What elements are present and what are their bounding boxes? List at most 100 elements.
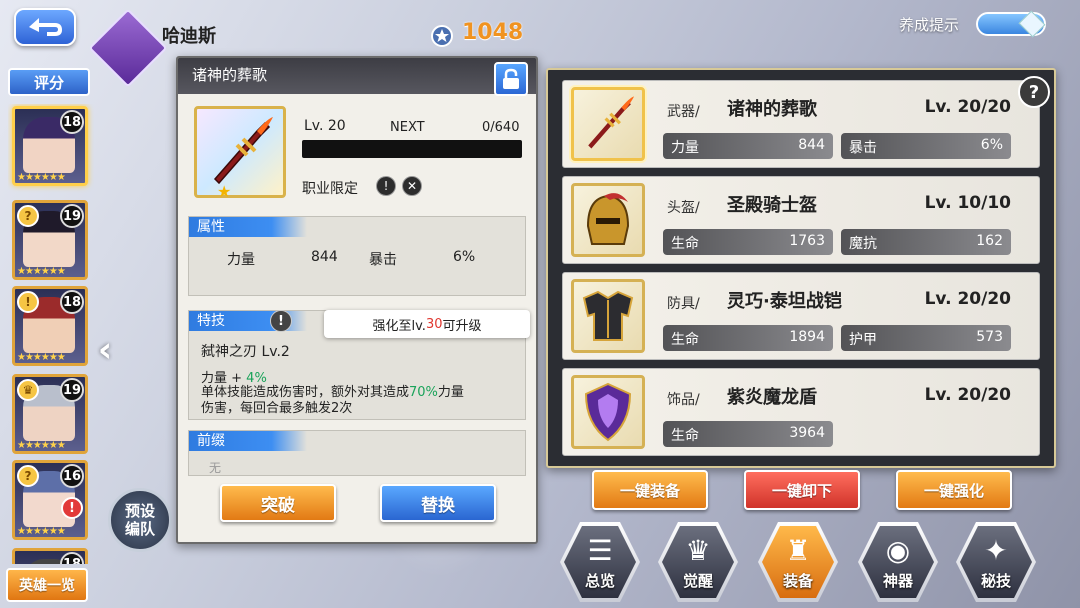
equipment-name: 灵巧·泰坦战铠 — [727, 291, 842, 312]
next-label: NEXT — [390, 120, 425, 135]
equipment-stat: 暴击 6% — [841, 133, 1011, 159]
hero-stars: ★★★★★★ — [17, 352, 66, 363]
hero-card[interactable]: 18 ★★★★★★ — [12, 106, 88, 186]
skill-alert-icon[interactable]: ! — [270, 310, 292, 332]
stat-key: 暴击 — [369, 252, 397, 268]
hero-status-icon: ♛ — [17, 379, 39, 401]
equipment-type: 饰品/ — [667, 392, 700, 408]
shield-icon — [584, 382, 632, 442]
back-arrow-icon — [29, 18, 62, 36]
document-icon: ☰ — [587, 533, 613, 567]
orb-icon: ◉ — [885, 533, 911, 567]
book-icon: ✦ — [984, 533, 1008, 567]
tab-armor[interactable]: ♜ 装备 — [758, 522, 838, 602]
tab-document[interactable]: ☰ 总览 — [560, 522, 640, 602]
skill-name: 弑神之刃 Lv.2 — [201, 344, 290, 360]
hero-alert-icon: ! — [61, 497, 83, 519]
hero-list-button[interactable]: 英雄一览 — [6, 568, 88, 602]
equipment-row-armor[interactable]: 防具/ 灵巧·泰坦战铠 Lv. 20/20 生命 1894 护甲 573 — [562, 272, 1040, 360]
hero-card[interactable]: 18 ★★★★★★! — [12, 286, 88, 366]
tab-label: 觉醒 — [682, 572, 713, 590]
stat-value: 6% — [453, 249, 476, 265]
tab-crest[interactable]: ♛ 觉醒 — [658, 522, 738, 602]
equipment-name: 圣殿骑士盔 — [727, 195, 817, 216]
hero-status-icon: ? — [17, 205, 39, 227]
weapon-slot-icon — [571, 87, 645, 161]
hero-status-icon: ? — [17, 465, 39, 487]
attribute-section-title: 属性 — [189, 217, 307, 237]
hero-stars: ★★★★★★ — [17, 172, 66, 183]
tab-orb[interactable]: ◉ 神器 — [858, 522, 938, 602]
preset-team-button[interactable]: 预设 编队 — [108, 488, 172, 552]
hero-card[interactable]: 18 — [12, 548, 88, 564]
skill-upgrade-tooltip: 强化至lv. 30 可升级 — [324, 310, 530, 338]
prefix-value: 无 — [209, 461, 222, 475]
hero-stars: ★★★★★★ — [17, 526, 66, 537]
equipment-panel: 武器/ 诸神的葬歌 Lv. 20/20 力量 844 暴击 6% 头盔/ 圣殿骑士盔… — [546, 68, 1056, 468]
helmet-slot-icon — [571, 183, 645, 257]
skill-bonus: 力量 + 4% — [201, 371, 267, 386]
equipment-level: Lv. 20/20 — [924, 97, 1011, 117]
weapon-detail-panel: 诸神的葬歌 ★ Lv. 20 NEXT 0/640 职业限定 ! ✕ 属性 力量… — [176, 56, 538, 544]
training-hint-toggle[interactable] — [976, 10, 1046, 38]
equipment-name: 诸神的葬歌 — [727, 99, 817, 120]
prefix-section-title: 前缀 — [189, 431, 307, 451]
training-hint-label: 养成提示 — [899, 16, 960, 34]
hero-level-badge: 18 — [60, 110, 84, 134]
hero-level-badge: 19 — [60, 378, 84, 402]
hero-level-badge: 18 — [60, 552, 84, 564]
score-button[interactable]: 评分 — [8, 68, 90, 96]
hero-name: 哈迪斯 — [162, 26, 216, 47]
tab-label: 秘技 — [980, 572, 1011, 590]
hero-stars: ★★★★★★ — [17, 266, 66, 277]
prefix-section: 前缀 无 — [188, 430, 526, 476]
crest-icon: ♛ — [685, 533, 711, 567]
hero-level-badge: 16 — [60, 464, 84, 488]
tab-label: 总览 — [584, 572, 615, 590]
lock-icon — [503, 68, 519, 89]
equipment-stat: 生命 1763 — [663, 229, 833, 255]
accessory-slot-icon — [571, 375, 645, 449]
equipment-type: 头盔/ — [667, 200, 700, 216]
hero-card[interactable]: 16 ★★★★★★?! — [12, 460, 88, 540]
hero-card[interactable]: 19 ★★★★★★ ♛ — [12, 374, 88, 454]
enhance-all-button[interactable]: 一键强化 — [896, 470, 1012, 510]
hero-level-badge: 19 — [60, 204, 84, 228]
helmet-icon — [586, 193, 630, 245]
hero-level-badge: 18 — [60, 290, 84, 314]
tab-book[interactable]: ✦ 秘技 — [956, 522, 1036, 602]
unequip-all-button[interactable]: 一键卸下 — [744, 470, 860, 510]
hero-status-icon: ! — [17, 291, 39, 313]
rarity-star-icon: ★ — [217, 182, 232, 201]
exp-value: 0/640 — [482, 120, 520, 135]
stat-key: 力量 — [227, 252, 255, 268]
exp-bar — [302, 140, 522, 158]
hero-stars: ★★★★★★ — [17, 440, 66, 451]
weapon-level: Lv. 20 — [304, 118, 346, 134]
equipment-row-helmet[interactable]: 头盔/ 圣殿骑士盔 Lv. 10/10 生命 1763 魔抗 162 — [562, 176, 1040, 264]
lock-button[interactable] — [494, 62, 528, 96]
equipment-level: Lv. 20/20 — [924, 289, 1011, 309]
breakthrough-button[interactable]: 突破 — [220, 484, 336, 522]
replace-button[interactable]: 替换 — [380, 484, 496, 522]
job-warrior-icon: ! — [376, 176, 396, 196]
equipment-name: 紫炎魔龙盾 — [727, 387, 817, 408]
equipment-stat: 力量 844 — [663, 133, 833, 159]
hero-roster[interactable]: 18 ★★★★★★ 19 ★★★★★★? 18 ★★★★★★! 19 ★★★★★★ ♛ 16 ★★★… — [8, 104, 94, 564]
equipment-stat: 生命 1894 — [663, 325, 833, 351]
job-restriction-label: 职业限定 — [302, 181, 358, 197]
equipment-level: Lv. 20/20 — [924, 385, 1011, 405]
equip-all-button[interactable]: 一键装备 — [592, 470, 708, 510]
equipment-type: 武器/ — [667, 104, 700, 120]
flame-sword-icon — [213, 117, 273, 185]
equipment-level: Lv. 10/10 — [924, 193, 1011, 213]
stat-value: 844 — [311, 249, 338, 265]
equipment-row-accessory[interactable]: 饰品/ 紫炎魔龙盾 Lv. 20/20 生命 3964 — [562, 368, 1040, 456]
help-icon[interactable]: ? — [1018, 76, 1050, 108]
tab-label: 神器 — [882, 572, 913, 590]
attribute-section: 属性 力量 844 暴击 6% — [188, 216, 526, 296]
weapon-title: 诸神的葬歌 — [192, 66, 268, 84]
back-button[interactable] — [14, 8, 76, 46]
hero-card[interactable]: 19 ★★★★★★? — [12, 200, 88, 280]
equipment-row-weapon[interactable]: 武器/ 诸神的葬歌 Lv. 20/20 力量 844 暴击 6% — [562, 80, 1040, 168]
